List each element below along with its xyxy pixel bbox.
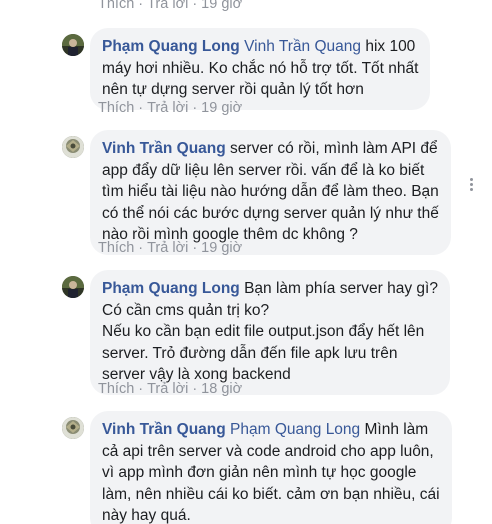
user-avatar-icon [62, 276, 84, 298]
comment-mention[interactable]: Phạm Quang Long [230, 421, 360, 438]
separator-dot: · [192, 381, 198, 397]
separator-dot: · [138, 100, 144, 116]
separator-dot: · [192, 240, 198, 256]
comment-text: có thể nói các bước dựng server quản lý … [102, 204, 439, 222]
comment-actions-top: Thích · Trả lời · 19 giờ [98, 0, 242, 12]
more-options-icon[interactable] [470, 178, 474, 194]
comment-bubble: Vinh Trần Quang server có rồi, mình làm … [90, 130, 451, 255]
avatar[interactable] [62, 136, 84, 158]
like-link[interactable]: Thích [98, 381, 134, 397]
user-avatar-icon [62, 417, 84, 439]
comment-author[interactable]: Phạm Quang Long [102, 280, 240, 297]
separator-dot: · [138, 240, 144, 256]
separator-dot: · [138, 381, 144, 397]
separator-dot: · [192, 0, 198, 12]
comment-text: Có cần cms quản trị ko? [102, 301, 270, 319]
comment-text: app đẩy dữ liệu lên server rồi. vấn để l… [102, 161, 425, 179]
comment-actions: Thích · Trả lời · 19 giờ [98, 240, 242, 256]
comment-text: nên tự dựng server rồi quản lý tốt hơn [102, 81, 364, 98]
comment-text: Bạn làm phía server hay gì? [239, 280, 438, 297]
like-link[interactable]: Thích [98, 240, 134, 256]
comment-author[interactable]: Vinh Trần Quang [102, 421, 226, 438]
comment-text: Mình làm [360, 421, 429, 438]
separator-dot: · [192, 100, 198, 116]
user-avatar-icon [62, 136, 84, 158]
comment-text: server. Trỏ đường dẫn đến file apk lưu t… [102, 344, 398, 362]
comment-bubble: Phạm Quang Long Bạn làm phía server hay … [90, 270, 450, 395]
comment-text: tìm hiểu tài liệu nào hướng dẫn để làm t… [102, 183, 439, 200]
like-link[interactable]: Thích [98, 0, 134, 12]
timestamp-link[interactable]: 19 giờ [201, 240, 242, 256]
reply-link[interactable]: Trả lời [147, 0, 188, 12]
comment-mention[interactable]: Vinh Trần Quang [244, 38, 361, 55]
comment-text: này hay quá. [102, 507, 191, 524]
comment-text: vì app mình đơn giản nên mình tự học goo… [102, 464, 417, 481]
avatar[interactable] [62, 276, 84, 298]
comment-bubble: Phạm Quang Long Vinh Trần Quang hix 100 … [90, 28, 431, 110]
timestamp-link[interactable]: 18 giờ [201, 381, 242, 397]
reply-link[interactable]: Trả lời [147, 240, 188, 256]
comment-text: làm, nên nhiều cái ko biết. cảm ơn bạn n… [102, 485, 440, 503]
user-avatar-icon [62, 34, 84, 56]
avatar[interactable] [62, 417, 84, 439]
timestamp-link[interactable]: 19 giờ [201, 0, 242, 12]
reply-link[interactable]: Trả lời [147, 100, 188, 116]
comment-actions: Thích · Trả lời · 18 giờ [98, 381, 242, 397]
comment-text: máy hơi nhiều. Ko chắc nó hỗ trợ tốt. Tố… [102, 59, 419, 77]
timestamp-link[interactable]: 19 giờ [201, 100, 242, 116]
comment-actions: Thích · Trả lời · 19 giờ [98, 100, 242, 116]
comment-author[interactable]: Vinh Trần Quang [102, 140, 226, 157]
comment-bubble: Vinh Trần Quang Phạm Quang Long Mình làm… [90, 411, 452, 524]
comment-text: server có rồi, mình làm API để [225, 140, 438, 157]
comment-text: hix 100 [361, 38, 416, 55]
comment-text: cả api trên server và code android cho a… [102, 442, 434, 460]
separator-dot: · [138, 0, 144, 12]
comment-text: Nếu ko cần bạn edit file output.json đẩy… [102, 323, 425, 340]
reply-link[interactable]: Trả lời [147, 381, 188, 397]
comment-author[interactable]: Phạm Quang Long [102, 38, 240, 55]
avatar[interactable] [62, 34, 84, 56]
like-link[interactable]: Thích [98, 100, 134, 116]
